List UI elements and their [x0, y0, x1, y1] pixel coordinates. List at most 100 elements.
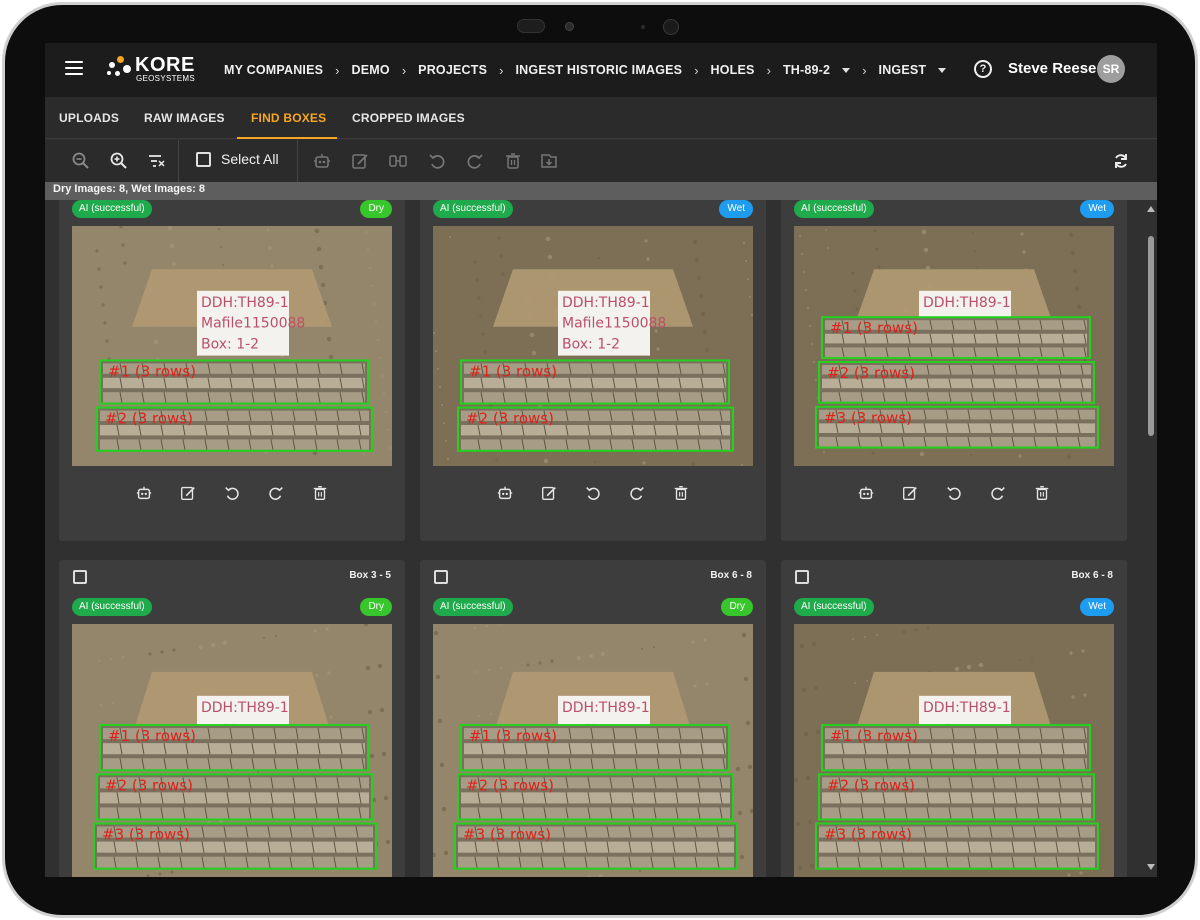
edit-icon[interactable] — [901, 484, 919, 502]
ground-texture — [823, 451, 825, 453]
image-card[interactable]: AI (successful)WetDDH:TH89-1Mafile115008… — [420, 200, 766, 541]
rotate-left-icon[interactable] — [223, 484, 241, 502]
ground-texture — [794, 777, 799, 783]
download-icon[interactable] — [539, 151, 559, 171]
robot-icon[interactable] — [496, 484, 514, 502]
refresh-icon[interactable] — [1111, 151, 1131, 171]
image-card[interactable]: Box 3 - 5 AI (successful) Dry DDH:TH89-1Maf… — [59, 560, 405, 877]
image-card[interactable]: AI (successful)WetDDH:TH89-1Mafile115008… — [781, 200, 1127, 541]
ground-texture — [377, 663, 383, 669]
speaker-icon — [517, 19, 545, 33]
sign-text: DDH:TH89-1 — [923, 700, 1011, 716]
core-box-photo[interactable]: DDH:TH89-1Mafile1150088Box: 6-8#1 (3 row… — [794, 624, 1114, 877]
kore-logo[interactable]: KORE GEOSYSTEMS — [105, 54, 205, 86]
select-all-checkbox[interactable]: Select All — [196, 151, 279, 167]
zoom-in-icon[interactable] — [109, 151, 129, 171]
ground-texture — [743, 242, 745, 244]
lens-icon — [663, 19, 679, 35]
image-card[interactable]: Box 6 - 8 AI (successful) Dry DDH:TH89-1Maf… — [420, 560, 766, 877]
breadcrumb-item[interactable]: PROJECTS — [418, 63, 487, 77]
ground-texture — [646, 257, 650, 261]
breadcrumb-item[interactable]: INGEST — [879, 63, 947, 77]
delete-icon[interactable] — [1033, 484, 1051, 502]
select-all-label: Select All — [221, 151, 279, 167]
edit-icon[interactable] — [179, 484, 197, 502]
ground-texture — [381, 375, 383, 377]
ground-texture — [854, 682, 856, 684]
tab-find-boxes[interactable]: FIND BOXES — [251, 97, 326, 139]
filter-icon[interactable] — [146, 151, 166, 171]
breadcrumb-item[interactable]: MY COMPANIES — [224, 63, 323, 77]
ground-texture — [266, 228, 270, 232]
delete-icon[interactable] — [311, 484, 329, 502]
tab-cropped-images[interactable]: CROPPED IMAGES — [352, 97, 465, 139]
ground-texture — [389, 447, 391, 449]
breadcrumb-item[interactable]: DEMO — [352, 63, 390, 77]
image-card[interactable]: AI (successful) Dry DDH:TH89-1 Mafile115008… — [59, 200, 405, 541]
condition-badge: Wet — [719, 200, 753, 218]
app-screen: KORE GEOSYSTEMS MY COMPANIES › DEMO › PROJEC… — [45, 43, 1157, 877]
ground-texture — [365, 665, 371, 671]
photo-canvas: DDH:TH89-1Mafile1150088Box: 3-5#1 (3 row… — [794, 226, 1114, 466]
rotate-right-icon[interactable] — [989, 484, 1007, 502]
edit-icon[interactable] — [540, 484, 558, 502]
ground-texture — [642, 461, 646, 465]
ground-texture — [320, 282, 326, 288]
delete-icon[interactable] — [672, 484, 690, 502]
card-checkbox[interactable] — [795, 570, 809, 584]
breadcrumb-item[interactable]: INGEST HISTORIC IMAGES — [516, 63, 683, 77]
delete-icon[interactable] — [503, 151, 523, 171]
undo-icon[interactable] — [427, 151, 447, 171]
vertical-scrollbar[interactable] — [1145, 200, 1157, 877]
ground-texture — [807, 307, 809, 309]
robot-icon[interactable] — [857, 484, 875, 502]
tab-raw-images[interactable]: RAW IMAGES — [144, 97, 225, 139]
zoom-out-icon[interactable] — [71, 151, 91, 171]
breadcrumb-item[interactable]: TH-89-2 — [783, 63, 851, 77]
rotate-left-icon[interactable] — [945, 484, 963, 502]
tab-uploads[interactable]: UPLOADS — [59, 97, 119, 139]
user-name[interactable]: Steve Reese — [1008, 60, 1096, 77]
menu-icon[interactable] — [65, 61, 83, 77]
rotate-right-icon[interactable] — [628, 484, 646, 502]
ground-texture — [443, 422, 445, 424]
ground-texture — [690, 461, 696, 466]
ground-texture — [547, 254, 553, 260]
redo-icon[interactable] — [465, 151, 485, 171]
split-icon[interactable] — [388, 151, 408, 171]
ground-texture — [447, 458, 449, 460]
image-card[interactable]: Box 6 - 8 AI (successful) Wet DDH:TH89-1Maf… — [781, 560, 1127, 877]
core-box-photo[interactable]: DDH:TH89-1 Mafile1150088 Box: 1-2 #1 (3 row… — [72, 226, 392, 466]
ground-texture — [954, 666, 960, 672]
card-checkbox[interactable] — [73, 570, 87, 584]
ground-texture — [437, 368, 439, 370]
core-box-photo[interactable]: DDH:TH89-1Mafile1150088Box: 3-5#1 (3 row… — [794, 226, 1114, 466]
avatar[interactable]: SR — [1097, 55, 1125, 83]
rotate-right-icon[interactable] — [267, 484, 285, 502]
ground-texture — [813, 685, 819, 691]
scroll-up-icon[interactable] — [1147, 206, 1155, 212]
scroll-thumb[interactable] — [1148, 236, 1154, 436]
help-icon[interactable]: ? — [974, 60, 992, 78]
card-checkbox[interactable] — [434, 570, 448, 584]
scroll-down-icon[interactable] — [1147, 864, 1155, 870]
chevron-down-icon[interactable] — [842, 67, 851, 73]
toolbar-divider — [178, 140, 179, 182]
ground-texture — [795, 821, 801, 827]
ground-texture — [576, 655, 582, 661]
core-box-photo[interactable]: DDH:TH89-1Mafile1150088Box: 6-8#1 (3 row… — [433, 624, 753, 877]
core-box-photo[interactable]: DDH:TH89-1 Mafile1150088 Box: 1-2 #1 (3 row… — [433, 226, 753, 466]
ground-texture — [639, 870, 641, 872]
robot-icon[interactable] — [135, 484, 153, 502]
detection-label: #1 (3 rows) — [108, 362, 196, 380]
rotate-left-icon[interactable] — [584, 484, 602, 502]
ground-texture — [98, 660, 100, 662]
core-box-photo[interactable]: DDH:TH89-1Mafile1150088Box: 3-5#1 (3 row… — [72, 624, 392, 877]
ground-texture — [801, 687, 807, 693]
chevron-down-icon[interactable] — [938, 67, 947, 73]
breadcrumb-label: INGEST — [878, 63, 927, 77]
breadcrumb-item[interactable]: HOLES — [711, 63, 755, 77]
ground-texture — [95, 249, 99, 253]
robot-icon[interactable] — [312, 151, 332, 171]
edit-icon[interactable] — [350, 151, 370, 171]
